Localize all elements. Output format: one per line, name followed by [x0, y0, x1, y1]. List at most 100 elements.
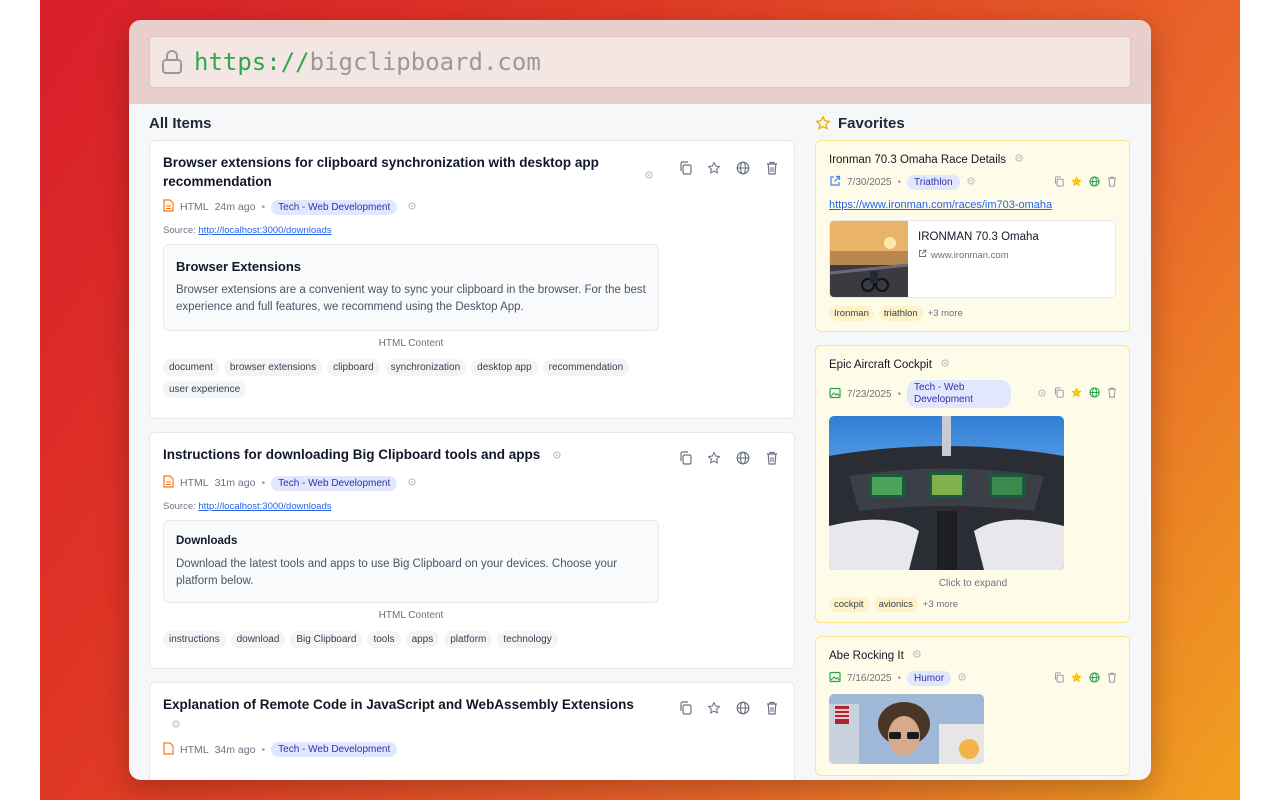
settings-icon[interactable]	[966, 176, 976, 189]
favorite-title[interactable]: Epic Aircraft Cockpit	[829, 358, 1117, 371]
source-link[interactable]: http://localhost:3000/downloads	[198, 225, 331, 236]
star-filled-icon[interactable]	[1071, 671, 1082, 686]
globe-icon[interactable]	[1089, 175, 1100, 190]
tag[interactable]: browser extensions	[223, 359, 323, 376]
tag[interactable]: user experience	[163, 381, 247, 398]
globe-icon[interactable]	[1089, 387, 1100, 401]
clip-title-text: Instructions for downloading Big Clipboa…	[163, 447, 541, 462]
abe-image[interactable]	[829, 694, 984, 764]
tag[interactable]: Ironman	[829, 306, 874, 321]
more-tags[interactable]: +3 more	[928, 308, 963, 319]
settings-icon[interactable]	[171, 715, 181, 734]
tag[interactable]: recommendation	[542, 359, 630, 376]
source-link[interactable]: http://localhost:3000/downloads	[198, 501, 331, 512]
settings-icon[interactable]	[1037, 388, 1047, 401]
copy-icon[interactable]	[676, 699, 694, 717]
copy-icon[interactable]	[1054, 175, 1064, 190]
star-filled-icon[interactable]	[1071, 175, 1082, 190]
star-icon[interactable]	[705, 159, 723, 177]
clip-card[interactable]: Instructions for downloading Big Clipboa…	[149, 432, 795, 669]
tag[interactable]: download	[230, 631, 286, 648]
copy-icon[interactable]	[676, 449, 694, 467]
clip-title[interactable]: Instructions for downloading Big Clipboa…	[163, 445, 633, 465]
category-badge[interactable]: Humor	[907, 671, 952, 686]
settings-icon[interactable]	[407, 477, 417, 490]
favorite-link[interactable]: https://www.ironman.com/races/im703-omah…	[829, 199, 1117, 211]
tag[interactable]: apps	[405, 631, 440, 648]
tag[interactable]: synchronization	[384, 359, 467, 376]
favorite-card[interactable]: Abe Rocking It 7/16/2025 • Humor	[815, 636, 1130, 776]
clip-time: 31m ago	[214, 477, 256, 489]
settings-icon[interactable]	[407, 201, 417, 214]
favorite-card[interactable]: Epic Aircraft Cockpit 7/23/2025 • Tech -…	[815, 345, 1130, 623]
tag[interactable]: clipboard	[327, 359, 380, 376]
browser-window: https://bigclipboard.com All Items Brows…	[129, 20, 1151, 780]
url-scheme: https://	[194, 48, 310, 76]
copy-icon[interactable]	[676, 159, 694, 177]
settings-icon[interactable]	[912, 649, 922, 662]
trash-icon[interactable]	[1107, 387, 1117, 401]
copy-icon[interactable]	[1054, 671, 1064, 686]
tag[interactable]: avionics	[873, 597, 918, 612]
trash-icon[interactable]	[763, 699, 781, 717]
settings-icon[interactable]	[644, 167, 654, 185]
globe-icon[interactable]	[734, 449, 752, 467]
tag[interactable]: triathlon	[878, 306, 923, 321]
trash-icon[interactable]	[763, 449, 781, 467]
separator-dot: •	[897, 388, 902, 400]
category-badge[interactable]: Tech - Web Development	[271, 199, 398, 215]
favorite-tags: Ironman triathlon +3 more	[829, 306, 1117, 321]
globe-icon[interactable]	[1089, 671, 1100, 686]
category-badge[interactable]: Tech - Web Development	[907, 380, 1012, 408]
preview-body: Browser extensions are a convenient way …	[176, 284, 646, 313]
external-link-icon	[918, 249, 927, 261]
address-bar[interactable]: https://bigclipboard.com	[149, 36, 1131, 88]
link-preview-card[interactable]: IRONMAN 70.3 Omaha www.ironman.com	[829, 220, 1116, 298]
globe-icon[interactable]	[734, 159, 752, 177]
html-preview[interactable]: Downloads Download the latest tools and …	[163, 520, 659, 603]
favorite-title[interactable]: Ironman 70.3 Omaha Race Details	[829, 153, 1117, 166]
html-preview[interactable]: Browser Extensions Browser extensions ar…	[163, 244, 659, 331]
clip-title[interactable]: Browser extensions for clipboard synchro…	[163, 153, 633, 191]
category-badge[interactable]: Tech - Web Development	[271, 742, 398, 758]
clip-title-text: Browser extensions for clipboard synchro…	[163, 155, 599, 189]
tag[interactable]: platform	[444, 631, 493, 648]
clip-source: Source: http://localhost:3000/downloads	[163, 225, 781, 236]
tag[interactable]: tools	[367, 631, 401, 648]
cockpit-image[interactable]	[829, 416, 1064, 570]
clip-title[interactable]: Explanation of Remote Code in JavaScript…	[163, 695, 653, 734]
copy-icon[interactable]	[1054, 387, 1064, 401]
favorite-meta: 7/16/2025 • Humor	[829, 671, 1117, 686]
star-filled-icon[interactable]	[1071, 387, 1082, 401]
settings-icon[interactable]	[940, 358, 950, 371]
settings-icon[interactable]	[957, 672, 967, 685]
trash-icon[interactable]	[1107, 672, 1117, 686]
clip-type: HTML	[180, 743, 209, 756]
trash-icon[interactable]	[1107, 176, 1117, 190]
clip-card[interactable]: Browser extensions for clipboard synchro…	[149, 140, 795, 419]
globe-icon[interactable]	[734, 699, 752, 717]
settings-icon[interactable]	[552, 446, 562, 465]
clip-actions	[676, 153, 781, 177]
tag[interactable]: cockpit	[829, 597, 869, 612]
clip-meta: HTML 24m ago • Tech - Web Development	[163, 199, 781, 215]
star-icon[interactable]	[705, 449, 723, 467]
tag[interactable]: technology	[497, 631, 558, 648]
tag[interactable]: document	[163, 359, 219, 376]
trash-icon[interactable]	[763, 159, 781, 177]
image-icon	[829, 387, 841, 402]
main-content: All Items Browser extensions for clipboa…	[129, 104, 1151, 780]
tag[interactable]: instructions	[163, 631, 226, 648]
favorite-title[interactable]: Abe Rocking It	[829, 649, 1117, 662]
clip-card[interactable]: Explanation of Remote Code in JavaScript…	[149, 682, 795, 780]
settings-icon[interactable]	[1014, 153, 1024, 166]
category-badge[interactable]: Tech - Web Development	[271, 475, 398, 491]
tag[interactable]: Big Clipboard	[290, 631, 363, 648]
favorite-card[interactable]: Ironman 70.3 Omaha Race Details 7/30/202…	[815, 140, 1130, 332]
star-icon[interactable]	[705, 699, 723, 717]
tag[interactable]: desktop app	[471, 359, 538, 376]
html-file-icon	[163, 742, 174, 758]
category-badge[interactable]: Triathlon	[907, 175, 960, 190]
clip-time: 24m ago	[214, 201, 256, 213]
more-tags[interactable]: +3 more	[923, 599, 958, 610]
